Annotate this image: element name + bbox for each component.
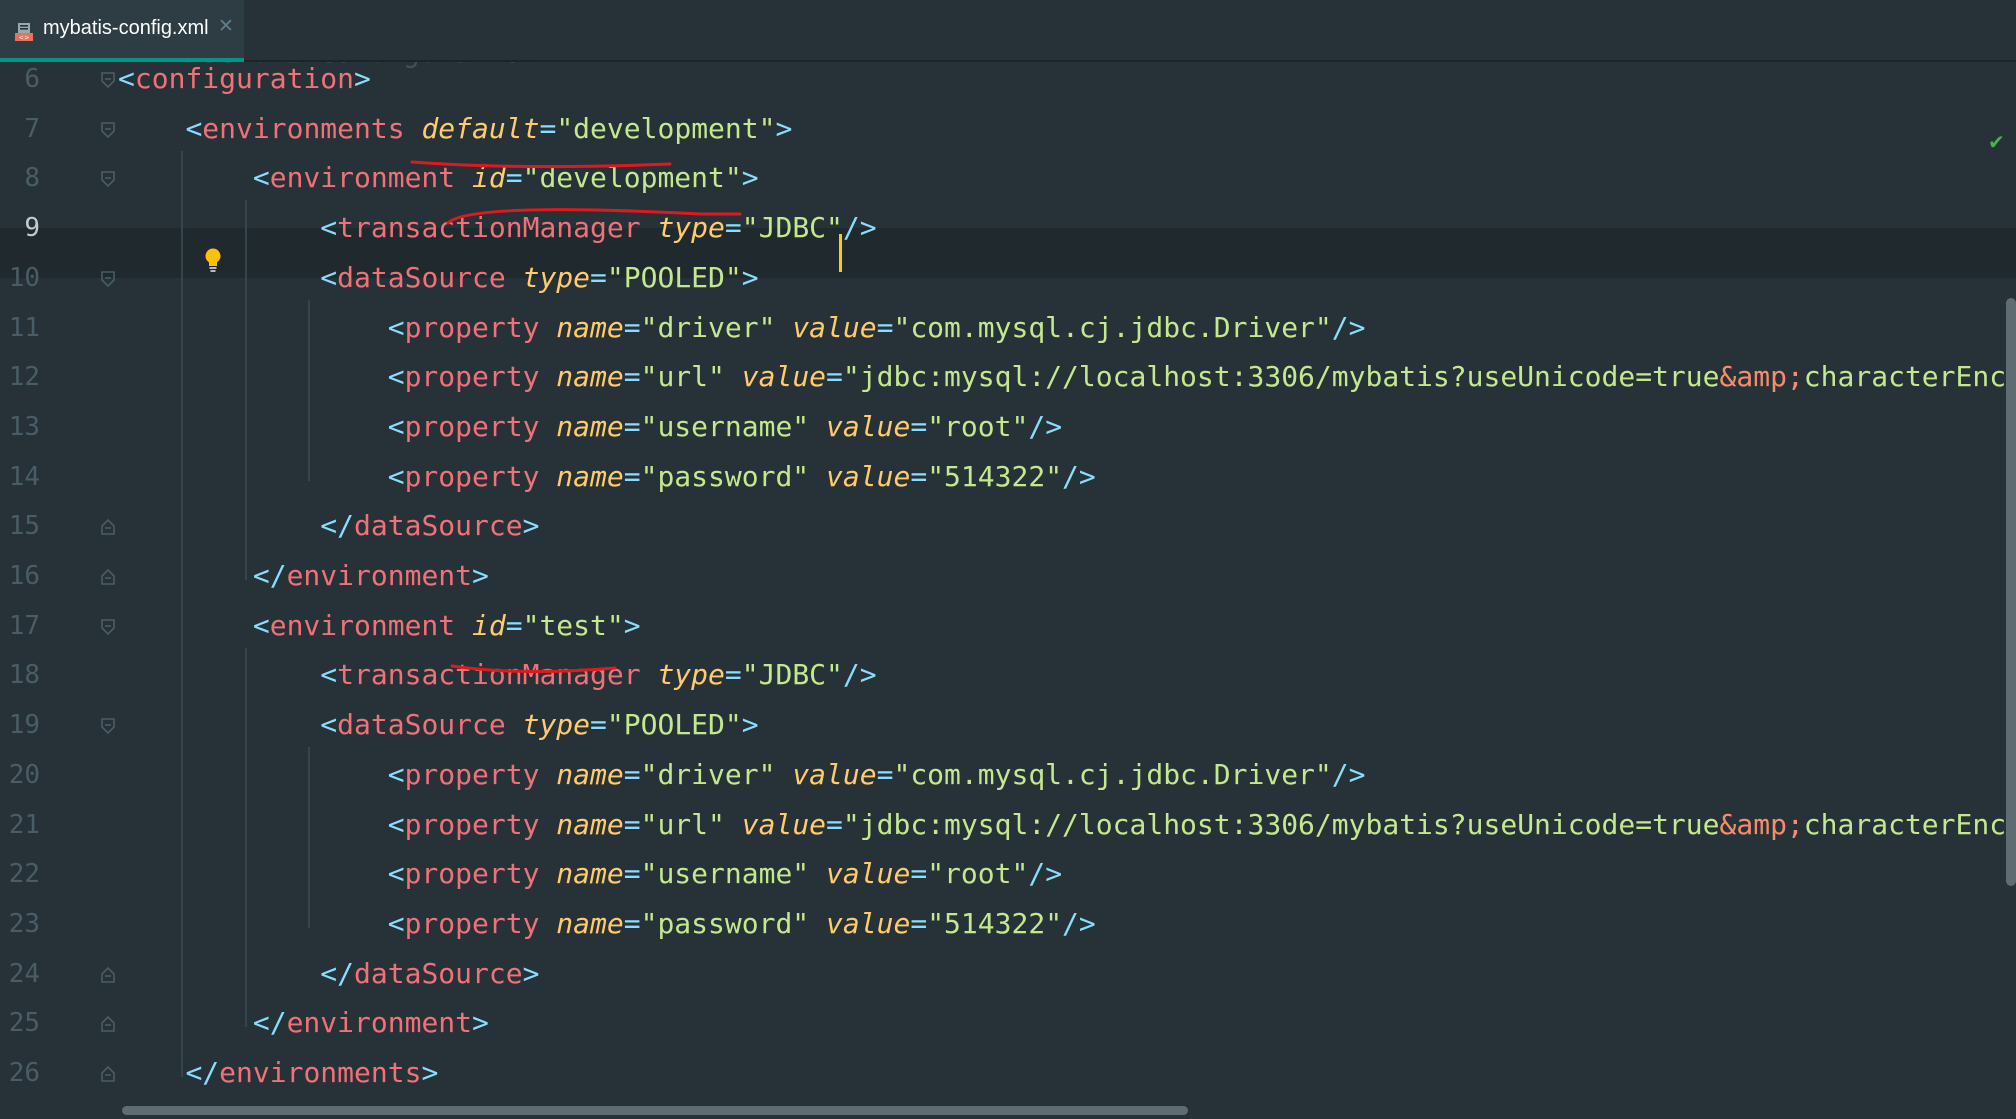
annotation-underline-id-development — [446, 208, 742, 225]
xml-file-icon: <> — [15, 23, 33, 42]
annotation-underline-id-test — [450, 664, 617, 674]
annotation-underline-default — [410, 160, 672, 169]
tab-label: mybatis-config.xml — [43, 17, 209, 39]
svg-text:<>: <> — [19, 34, 30, 42]
tab-mybatis-config[interactable]: <> mybatis-config.xml ✕ — [0, 0, 244, 62]
close-icon[interactable]: ✕ — [218, 15, 234, 37]
editor-tab-bar: <> mybatis-config.xml ✕ — [0, 0, 2016, 62]
red-underline-annotations — [410, 160, 742, 674]
code-editor[interactable]: <!DOCTYPE configuration 6<configuration>… — [0, 62, 2016, 1119]
